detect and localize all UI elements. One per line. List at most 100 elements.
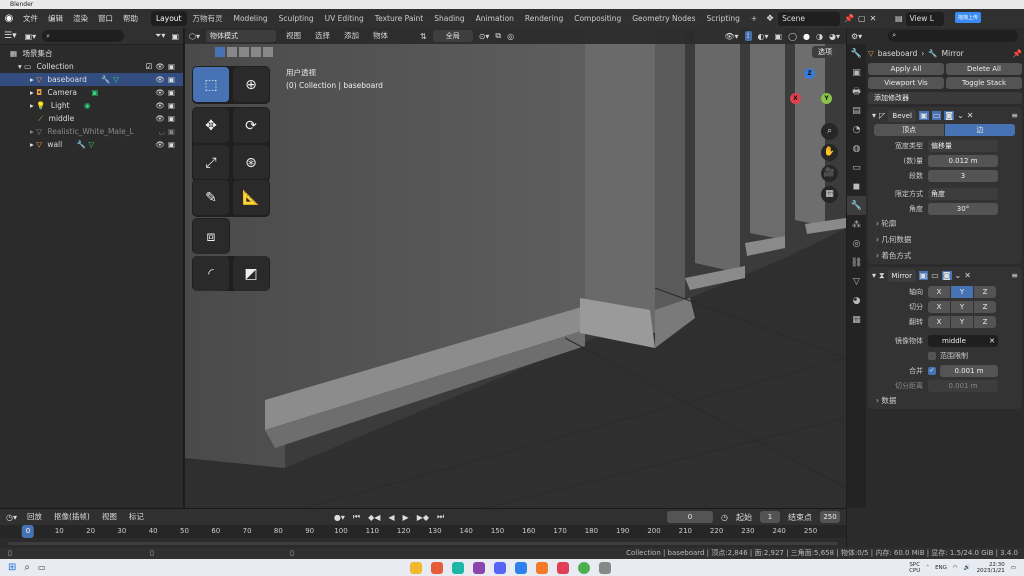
app-icon-4[interactable] [515,561,527,574]
expand-arrow-icon[interactable]: ▸ [30,75,34,84]
select-new-icon[interactable] [215,46,225,57]
bisect-y-button[interactable]: Y [951,300,973,313]
shading-subpanel[interactable]: › 着色方式 [868,248,1022,264]
render-icon[interactable]: ◙ [944,111,955,120]
mode-dropdown[interactable]: 物体模式 [206,30,276,42]
move-tool[interactable]: ✥ [193,108,229,143]
tab-wanwu[interactable]: 万物有灵 [188,11,228,26]
expand-arrow-icon[interactable]: ▸ [30,127,34,136]
start-frame-field[interactable]: 1 [760,511,780,523]
checkbox-icon[interactable]: ☑ [146,60,153,73]
dropdown-icon[interactable]: ⌄ [955,271,962,280]
modifier-tab-icon[interactable]: 🔧 [847,196,866,215]
select-extend-icon[interactable] [227,46,237,57]
bevel-name-field[interactable]: Bevel [888,109,917,122]
tab-modeling[interactable]: Modeling [229,11,273,26]
file-explorer-icon[interactable] [410,561,422,574]
clear-field-icon[interactable]: ✕ [989,335,995,347]
options-dropdown[interactable]: 选项 [812,45,838,58]
measure-tool[interactable]: 📐 [233,180,269,215]
object-tab-icon[interactable]: ◼ [847,177,866,196]
shading-material-icon[interactable]: ◑ [816,32,823,41]
expand-arrow-icon[interactable]: ▸ [30,101,34,110]
bisect-x-button[interactable]: X [928,300,950,313]
viewlayer-field[interactable]: View L [905,11,944,26]
limit-method-dropdown[interactable]: 角度 [928,187,998,200]
eye-closed-icon[interactable]: ◡ [158,125,165,138]
tab-compositing[interactable]: Compositing [569,11,626,26]
volume-icon[interactable]: 🔊 [964,565,971,571]
segments-field[interactable]: 3 [928,169,998,182]
filter-icon[interactable]: ⏷▾ [155,31,165,41]
annotate-tool[interactable]: ✎ [193,180,229,215]
clock[interactable]: 22:30 2023/1/21 [977,562,1005,574]
camera-view-icon[interactable]: 🎥 [821,165,838,182]
gizmo-z-axis[interactable]: Z [804,68,815,79]
render-icon[interactable]: ◙ [941,271,952,280]
outliner-item-realistic[interactable]: ▸ ▽ Realistic_White_Male_L ◡ ▣ [0,125,183,138]
marker-menu[interactable]: 标记 [127,509,146,525]
menu-file[interactable]: 文件 [18,9,43,28]
view-menu[interactable]: 视图 [100,509,119,525]
app-icon-6[interactable] [599,561,611,574]
pivot-icon[interactable]: ⊙▾ [479,32,490,41]
collapse-arrow-icon[interactable]: ▾ [872,111,876,120]
outliner-item-light[interactable]: ▸ 💡 Light ◉ 👁 ▣ [0,99,183,112]
camera-icon[interactable]: ▣ [168,112,175,125]
data-subpanel[interactable]: › 数据 [868,393,1022,409]
network-icon[interactable]: ◠ [953,565,958,571]
menu-window[interactable]: 窗口 [93,9,118,28]
drag-handle-icon[interactable]: ≡ [1011,111,1018,120]
camera-icon[interactable]: ▣ [168,73,175,86]
notification-icon[interactable]: ▭ [1011,565,1016,571]
upload-badge[interactable]: 拖拽上传 [955,11,982,23]
gizmo-y-axis[interactable]: Y [821,93,832,104]
expand-arrow-icon[interactable]: ▾ [18,62,22,71]
search-icon[interactable]: ⌕ [24,562,30,573]
proportional-edit-icon[interactable]: ◎ [507,32,514,41]
outliner-search-input[interactable]: ⌕ [42,30,125,42]
extrude-tool[interactable]: ◩ [233,256,269,291]
xray-icon[interactable]: ▣ [775,32,783,41]
dropdown-icon[interactable]: ⌄ [957,111,964,120]
use-preview-range-icon[interactable]: ◷ [721,513,728,522]
eye-icon[interactable]: 👁 [155,86,165,99]
select-subtract-icon[interactable] [239,46,249,57]
viewport-display-icon[interactable]: ▭ [931,271,939,280]
add-cube-tool[interactable]: ⧈ [193,219,229,254]
overlays-icon[interactable]: ◐▾ [758,32,769,41]
camera-icon[interactable]: ▣ [168,138,175,151]
play-reverse-icon[interactable]: ◀ [388,513,394,522]
affect-vertices-button[interactable]: 顶点 [874,124,944,136]
overlay-icon[interactable]: 👁▾ [724,32,738,41]
task-view-icon[interactable]: ▭ [38,563,46,572]
apply-all-button[interactable]: Apply All [868,63,944,75]
editor-type-icon[interactable]: ⬡▾ [189,32,200,41]
end-frame-field[interactable]: 250 [820,511,840,523]
flip-x-button[interactable]: X [928,315,950,328]
drag-handle-icon[interactable]: ≡ [1011,271,1018,280]
camera-icon[interactable]: ▣ [168,86,175,99]
angle-field[interactable]: 30° [928,202,998,215]
editor-type-icon[interactable]: ☰▾ [4,31,17,41]
tab-geometry-nodes[interactable]: Geometry Nodes [627,11,700,26]
axis-x-button[interactable]: X [928,285,950,298]
delete-all-button[interactable]: Delete All [946,63,1022,75]
gizmo-x-axis[interactable]: X [790,93,801,104]
menu-render[interactable]: 渲染 [68,9,93,28]
affect-edges-button[interactable]: 边 [945,124,1015,136]
shading-wire-icon[interactable]: ◯ [788,32,797,41]
data-tab-icon[interactable]: ▽ [847,272,866,291]
scale-tool[interactable]: ⤢ [193,145,229,180]
display-mode-icon[interactable]: ▣▾ [25,32,37,41]
app-icon-3[interactable] [473,561,485,574]
scene-collection-row[interactable]: ▦ 场景集合 [0,47,183,60]
tray-chevron-icon[interactable]: ˄ [926,565,929,571]
timeline-scrollbar[interactable] [8,542,838,545]
mirror-object-field[interactable]: middle ✕ [928,334,998,347]
playback-menu[interactable]: 回放 [25,509,44,525]
flip-z-button[interactable]: Z [974,315,996,328]
scene-tab-icon[interactable]: ◔ [847,120,866,139]
menu-help[interactable]: 帮助 [118,9,143,28]
eye-icon[interactable]: 👁 [155,138,165,151]
